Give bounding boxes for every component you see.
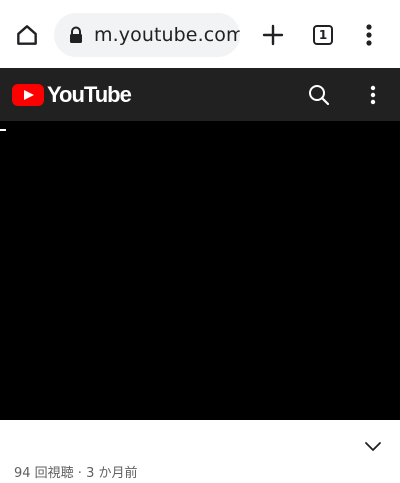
search-button[interactable] — [304, 80, 334, 110]
youtube-wordmark: YouTube — [47, 82, 132, 107]
plus-icon — [262, 24, 284, 46]
browser-toolbar: m.youtube.com/v 1 — [0, 0, 400, 68]
address-bar[interactable]: m.youtube.com/v — [54, 13, 240, 57]
video-player[interactable] — [0, 121, 400, 420]
url-text: m.youtube.com/v — [94, 24, 240, 46]
tab-count: 1 — [313, 25, 333, 45]
youtube-menu-button[interactable] — [360, 80, 386, 110]
more-vert-icon — [370, 85, 376, 105]
chevron-down-icon — [365, 442, 381, 451]
video-info: 94 回視聴 · 3 か月前 — [0, 420, 400, 483]
more-vert-icon — [366, 24, 372, 46]
player-progress-indicator — [0, 129, 6, 131]
lock-icon — [70, 26, 82, 43]
expand-description-button[interactable] — [360, 436, 386, 456]
youtube-play-icon — [12, 84, 44, 106]
youtube-header: YouTube — [0, 68, 400, 121]
home-button[interactable] — [8, 16, 46, 54]
search-icon — [309, 85, 330, 106]
tab-switcher-button[interactable]: 1 — [306, 18, 340, 52]
new-tab-button[interactable] — [256, 18, 290, 52]
youtube-logo[interactable]: YouTube — [12, 82, 132, 108]
view-count-and-date: 94 回視聴 · 3 か月前 — [14, 466, 138, 481]
browser-menu-button[interactable] — [354, 18, 384, 52]
page: m.youtube.com/v 1 YouTube — [0, 0, 400, 483]
home-icon — [17, 25, 37, 45]
